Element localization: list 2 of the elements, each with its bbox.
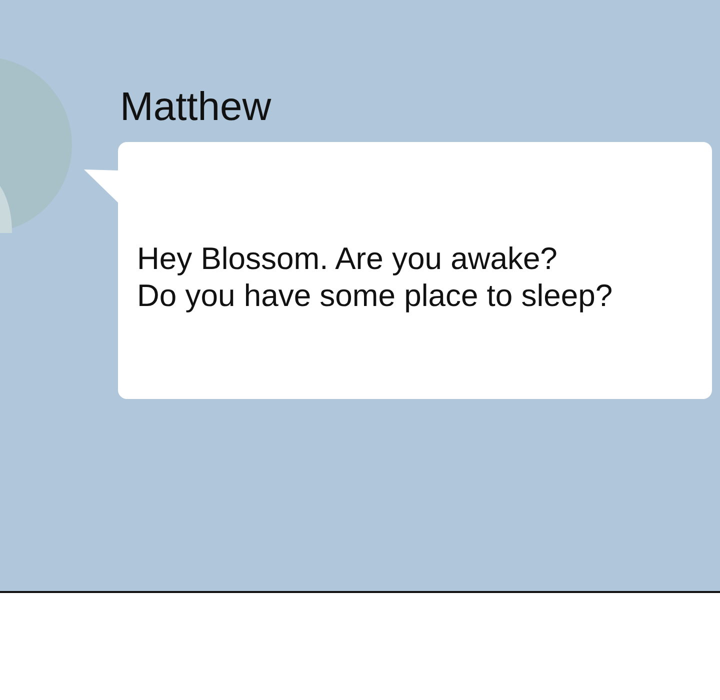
- sender-name: Matthew: [120, 87, 272, 127]
- message-text: Hey Blossom. Are you awake? Do you have some place to sleep?: [137, 240, 613, 314]
